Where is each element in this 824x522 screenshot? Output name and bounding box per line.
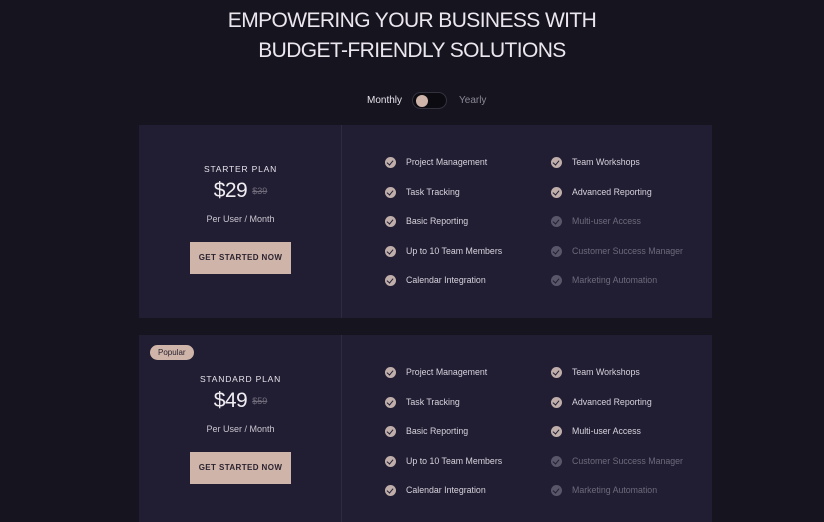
check-circle-icon [551, 157, 562, 168]
headline-line-1: EMPOWERING YOUR BUSINESS WITH [227, 9, 597, 32]
billing-switch[interactable] [412, 92, 447, 109]
feature-item: Project Management [385, 365, 555, 395]
feature-column-left: Project Management Task Tracking Basic Rep… [385, 155, 555, 303]
check-circle-icon [385, 157, 396, 168]
feature-label: Marketing Automation [572, 485, 658, 495]
feature-item: Team Workshops [551, 365, 712, 395]
feature-item: Marketing Automation [551, 273, 712, 303]
feature-label: Customer Success Manager [572, 455, 683, 466]
feature-item: Calendar Integration [385, 483, 555, 513]
check-circle-icon [551, 216, 562, 227]
page-headline: EMPOWERING YOUR BUSINESS WITH BUDGET-FRI… [0, 6, 824, 66]
feature-label: Calendar Integration [406, 275, 486, 285]
popular-badge: Popular [150, 345, 194, 360]
pricing-page: EMPOWERING YOUR BUSINESS WITH BUDGET-FRI… [0, 0, 824, 522]
plan-summary: Popular STANDARD PLAN $49 $59 Per User / … [139, 335, 342, 522]
plan-old-price: $59 [252, 396, 268, 406]
price-row: $29 $39 [139, 179, 342, 203]
get-started-button[interactable]: GET STARTED NOW [190, 242, 291, 274]
headline-line-2: BUDGET-FRIENDLY SOLUTIONS [258, 39, 566, 62]
feature-column-right: Team Workshops Advanced Reporting Multi-us… [551, 365, 712, 513]
plan-price: $49 [213, 389, 248, 412]
check-circle-icon [551, 275, 562, 286]
check-circle-icon [551, 426, 562, 437]
plan-card-standard: Popular STANDARD PLAN $49 $59 Per User / … [139, 335, 712, 522]
feature-label: Team Workshops [572, 367, 640, 377]
plan-period: Per User / Month [206, 214, 275, 224]
check-circle-icon [385, 367, 396, 378]
feature-column-right: Team Workshops Advanced Reporting Multi-us… [551, 155, 712, 303]
feature-item: Marketing Automation [551, 483, 712, 513]
feature-item: Basic Reporting [385, 214, 555, 244]
feature-label: Customer Success Manager [572, 245, 683, 256]
feature-label: Project Management [406, 367, 488, 377]
feature-item: Advanced Reporting [551, 395, 712, 425]
yearly-label[interactable]: Yearly [459, 94, 486, 108]
feature-item: Up to 10 Team Members [385, 244, 555, 274]
check-circle-icon [551, 186, 562, 198]
feature-label: Task Tracking [406, 186, 460, 197]
feature-label: Calendar Integration [406, 485, 486, 495]
plan-price: $29 [213, 179, 248, 202]
switch-knob [416, 95, 428, 107]
check-circle-icon [385, 245, 396, 257]
feature-item: Customer Success Manager [551, 454, 712, 484]
check-circle-icon [385, 455, 396, 467]
feature-column-left: Project Management Task Tracking Basic Rep… [385, 365, 555, 513]
feature-label: Basic Reporting [406, 426, 469, 436]
feature-label: Advanced Reporting [572, 186, 652, 197]
price-row: $49 $59 [139, 389, 342, 413]
feature-item: Project Management [385, 155, 555, 185]
plan-old-price: $39 [252, 186, 268, 196]
check-circle-icon [385, 396, 396, 408]
feature-item: Basic Reporting [385, 424, 555, 454]
plan-name: STANDARD PLAN [199, 374, 282, 384]
check-circle-icon [551, 455, 562, 467]
feature-item: Task Tracking [385, 395, 555, 425]
feature-item: Task Tracking [385, 185, 555, 215]
feature-item: Calendar Integration [385, 273, 555, 303]
feature-item: Multi-user Access [551, 214, 712, 244]
check-circle-icon [551, 367, 562, 378]
check-circle-icon [385, 485, 396, 496]
monthly-label[interactable]: Monthly [367, 94, 402, 108]
check-circle-icon [551, 485, 562, 496]
check-circle-icon [385, 186, 396, 198]
check-circle-icon [385, 426, 396, 437]
check-circle-icon [385, 275, 396, 286]
feature-label: Multi-user Access [572, 216, 641, 226]
feature-label: Project Management [406, 157, 488, 167]
get-started-button[interactable]: GET STARTED NOW [190, 452, 291, 484]
feature-item: Up to 10 Team Members [385, 454, 555, 484]
plan-period: Per User / Month [206, 424, 275, 434]
plan-name: STARTER PLAN [203, 164, 278, 174]
feature-label: Marketing Automation [572, 275, 658, 285]
feature-item: Advanced Reporting [551, 185, 712, 215]
check-circle-icon [551, 396, 562, 408]
feature-label: Task Tracking [406, 396, 460, 407]
feature-label: Up to 10 Team Members [406, 245, 503, 256]
feature-label: Up to 10 Team Members [406, 455, 503, 466]
feature-item: Multi-user Access [551, 424, 712, 454]
feature-label: Basic Reporting [406, 216, 469, 226]
check-circle-icon [551, 245, 562, 257]
plan-card-starter: STARTER PLAN $29 $39 Per User / Month GET… [139, 125, 712, 318]
feature-label: Advanced Reporting [572, 396, 652, 407]
feature-label: Multi-user Access [572, 426, 641, 436]
billing-toggle: Monthly Yearly [0, 91, 824, 111]
feature-item: Customer Success Manager [551, 244, 712, 274]
check-circle-icon [385, 216, 396, 227]
feature-label: Team Workshops [572, 157, 640, 167]
plan-summary: STARTER PLAN $29 $39 Per User / Month GET… [139, 125, 342, 318]
feature-item: Team Workshops [551, 155, 712, 185]
